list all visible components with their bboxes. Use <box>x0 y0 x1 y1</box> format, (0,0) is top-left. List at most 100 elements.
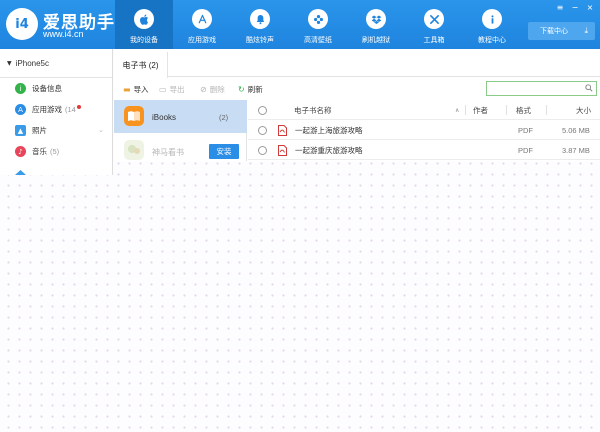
dropbox-icon <box>366 9 386 29</box>
toolbar: ▬ 导入 ▭ 导出 ⊘ 删除 ↻ 刷新 <box>114 78 600 100</box>
install-button[interactable]: 安装 <box>209 144 239 159</box>
bell-icon <box>250 9 270 29</box>
nav-label: 教程中心 <box>478 37 506 44</box>
nav-label: 高清壁纸 <box>304 37 332 44</box>
photo-icon: ▲ <box>15 125 26 136</box>
ebook-apps-list: iBooks (2) 神马看书 安装 <box>114 100 247 161</box>
download-icon: ⤓ <box>584 26 588 35</box>
nav-label: 酷炫铃声 <box>246 37 274 44</box>
app-logo: i4 爱思助手 www.i4.cn <box>6 6 126 44</box>
app-store-icon: A <box>15 104 26 115</box>
download-center-button[interactable]: 下载中心 ⤓ <box>528 22 595 40</box>
export-icon: ▭ <box>159 84 167 94</box>
sidebar-item-device-info[interactable]: i 设备信息 <box>0 78 112 99</box>
main-panel: 电子书 (2) ▬ 导入 ▭ 导出 ⊘ 删除 ↻ 刷新 iBooks (2) 神… <box>114 49 600 161</box>
nav-toolbox[interactable]: 工具箱 <box>405 0 463 49</box>
file-format: PDF <box>518 125 533 135</box>
pdf-file-icon <box>278 124 287 136</box>
file-name-cell: 一起游上海旅游攻略 <box>278 120 363 140</box>
nav-my-device[interactable]: 我的设备 <box>115 0 173 49</box>
column-header-name[interactable]: 电子书名称 <box>294 100 332 120</box>
row-select[interactable] <box>258 120 267 140</box>
app-row-reader[interactable]: 神马看书 安装 <box>114 134 247 161</box>
chevron-down-icon[interactable]: ⌄ <box>98 126 104 134</box>
file-size: 3.87 MB <box>562 145 590 155</box>
search-input[interactable] <box>487 82 582 95</box>
search-icon[interactable] <box>585 84 593 92</box>
radio-button[interactable] <box>258 145 267 155</box>
app-store-icon <box>192 9 212 29</box>
column-header-size[interactable]: 大小 <box>576 100 591 120</box>
sidebar-item-count: (5) <box>50 147 60 156</box>
table-header: 电子书名称 ∧ 作者 格式 大小 <box>248 100 600 120</box>
info-icon: i <box>15 83 26 94</box>
app-name: iBooks <box>152 113 177 122</box>
folder-icon: ▬ <box>123 84 131 94</box>
nav-ringtones[interactable]: 酷炫铃声 <box>231 0 289 49</box>
nav-label: 工具箱 <box>423 37 445 44</box>
sidebar-item-label: 设备信息 <box>32 84 62 93</box>
nav-label: 刷机越狱 <box>362 37 390 44</box>
radio-button[interactable] <box>258 125 267 135</box>
nav-flash-jailbreak[interactable]: 刷机越狱 <box>347 0 405 49</box>
export-button[interactable]: ▭ 导出 <box>159 83 185 95</box>
sidebar-item-label: 音乐 <box>32 147 47 156</box>
sidebar: ▼ iPhone5c i 设备信息 A 应用游戏 (14 ▲ 照片 ⌄ ♪ 音乐… <box>0 49 113 175</box>
import-button[interactable]: ▬ 导入 <box>123 83 149 95</box>
main-nav: 我的设备 应用游戏 酷炫铃声 高清壁纸 刷机越狱 工具箱 教程中心 <box>115 0 521 49</box>
tools-icon <box>424 9 444 29</box>
column-divider[interactable] <box>546 105 547 115</box>
row-select[interactable] <box>258 140 267 160</box>
sort-caret-icon[interactable]: ∧ <box>455 100 459 120</box>
sidebar-item-count: (14 <box>65 105 76 114</box>
select-all-checkbox[interactable] <box>258 100 267 120</box>
app-count: (2) <box>219 113 229 122</box>
delete-icon: ⊘ <box>200 84 207 94</box>
sidebar-item-apps-games[interactable]: A 应用游戏 (14 <box>0 99 112 120</box>
column-divider[interactable] <box>465 105 466 115</box>
reader-app-icon <box>124 140 144 160</box>
nav-label: 我的设备 <box>130 37 158 44</box>
pdf-file-icon <box>278 144 287 156</box>
device-selector[interactable]: ▼ iPhone5c <box>0 49 112 78</box>
close-icon[interactable]: × <box>584 2 596 13</box>
partial-sidebar-icon <box>15 170 26 175</box>
refresh-label: 刷新 <box>247 84 263 94</box>
download-center-label: 下载中心 <box>540 28 568 35</box>
column-header-format[interactable]: 格式 <box>516 100 531 120</box>
table-row[interactable]: 一起游上海旅游攻略 PDF 5.06 MB <box>248 120 600 140</box>
tab-ebooks[interactable]: 电子书 (2) <box>114 52 168 78</box>
refresh-button[interactable]: ↻ 刷新 <box>238 83 263 95</box>
table-row[interactable]: 一起游重庆旅游攻略 PDF 3.87 MB <box>248 140 600 160</box>
file-size: 5.06 MB <box>562 125 590 135</box>
info-icon <box>482 9 502 29</box>
sidebar-item-photos[interactable]: ▲ 照片 ⌄ <box>0 120 112 141</box>
nav-wallpapers[interactable]: 高清壁纸 <box>289 0 347 49</box>
tab-bar: 电子书 (2) <box>114 49 600 78</box>
sidebar-item-label: 应用游戏 <box>32 105 62 114</box>
search-box[interactable] <box>486 81 597 96</box>
apple-icon <box>134 9 154 29</box>
notification-dot <box>77 105 81 109</box>
column-divider[interactable] <box>506 105 507 115</box>
nav-label: 应用游戏 <box>188 37 216 44</box>
file-name: 一起游上海旅游攻略 <box>295 125 363 135</box>
ibooks-icon <box>124 106 144 126</box>
top-bar: i4 爱思助手 www.i4.cn 我的设备 应用游戏 酷炫铃声 高清壁纸 刷机… <box>0 0 600 49</box>
sidebar-item-music[interactable]: ♪ 音乐 (5) <box>0 141 112 162</box>
window-controls: ≡ − × <box>554 2 596 13</box>
file-name-cell: 一起游重庆旅游攻略 <box>278 140 363 160</box>
app-row-ibooks[interactable]: iBooks (2) <box>114 100 247 133</box>
delete-button[interactable]: ⊘ 删除 <box>200 83 225 95</box>
logo-mark-icon: i4 <box>6 8 38 40</box>
nav-apps-games[interactable]: 应用游戏 <box>173 0 231 49</box>
app-url: www.i4.cn <box>43 29 84 39</box>
minimize-icon[interactable]: − <box>569 2 581 13</box>
radio-button[interactable] <box>258 105 267 115</box>
menu-icon[interactable]: ≡ <box>554 2 566 13</box>
import-label: 导入 <box>133 84 149 94</box>
nav-tutorials[interactable]: 教程中心 <box>463 0 521 49</box>
column-header-author[interactable]: 作者 <box>473 100 488 120</box>
export-label: 导出 <box>169 84 185 94</box>
music-icon: ♪ <box>15 146 26 157</box>
